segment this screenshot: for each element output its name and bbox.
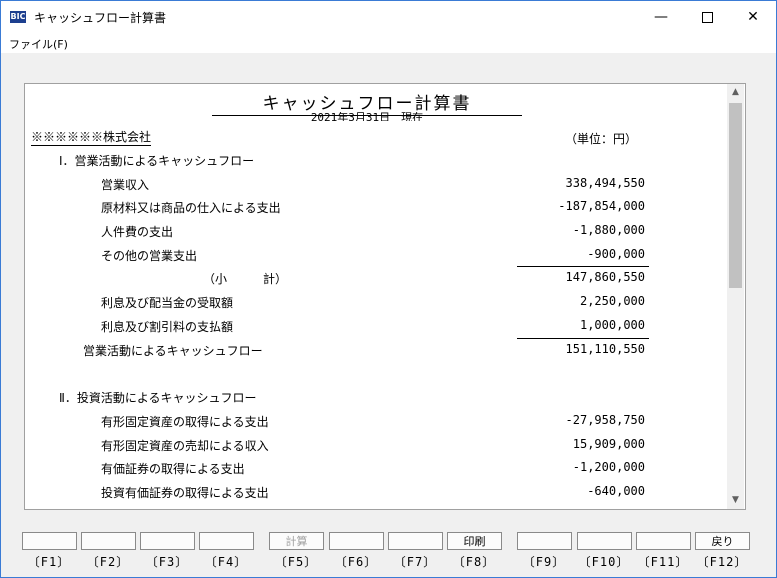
scroll-down-button[interactable]: ▼: [727, 492, 744, 509]
row-value: -1,200,000: [572, 460, 645, 474]
menu-file[interactable]: ファイル(F): [9, 36, 68, 52]
row-value: 15,909,000: [572, 437, 645, 451]
f2-label: 〔F2〕: [86, 555, 130, 569]
minimize-icon: —: [654, 9, 668, 25]
row-label: 人件費の支出: [101, 225, 174, 239]
operating-total-value: 151,110,550: [565, 342, 645, 356]
f4-label: 〔F4〕: [204, 555, 248, 569]
scroll-thumb[interactable]: [729, 103, 742, 288]
row-value: -640,000: [587, 484, 645, 498]
f3-label: 〔F3〕: [145, 555, 189, 569]
row-label: 原材料又は商品の仕入による支出: [101, 201, 281, 215]
f1-label: 〔F1〕: [27, 555, 71, 569]
window-title: キャッシュフロー計算書: [34, 11, 167, 25]
row-value: 1,000,000: [579, 318, 645, 332]
f11-button[interactable]: [636, 532, 691, 550]
row-label: 有価証券の取得による支出: [101, 462, 245, 476]
menu-bar: ファイル(F): [1, 33, 776, 53]
unit-label: （単位：円）: [565, 132, 638, 146]
f10-button[interactable]: [577, 532, 632, 550]
row-value: -1,880,000: [572, 223, 645, 237]
close-button[interactable]: ✕: [730, 1, 776, 33]
f5-calculate-button[interactable]: 計算: [269, 532, 324, 550]
f12-back-button[interactable]: 戻り: [695, 532, 750, 550]
report-viewer[interactable]: キャッシュフロー計算書 2021年3月31日 現在 ※※※※※※株式会社 （単位…: [24, 83, 746, 510]
report-content: キャッシュフロー計算書 2021年3月31日 現在 ※※※※※※株式会社 （単位…: [25, 84, 727, 509]
row-value: -900,000: [587, 247, 645, 261]
section-heading-operating: Ⅰ．営業活動によるキャッシュフロー: [59, 154, 255, 168]
row-value: 338,494,550: [565, 176, 645, 190]
scroll-up-button[interactable]: ▲: [727, 84, 744, 101]
title-bar[interactable]: BIC キャッシュフロー計算書 — ✕: [1, 1, 776, 33]
row-label: 有形固定資産の取得による支出: [101, 415, 269, 429]
row-label: 利息及び割引料の支払額: [101, 320, 234, 334]
row-label: 営業収入: [101, 178, 150, 192]
operating-total-label: 営業活動によるキャッシュフロー: [83, 344, 263, 358]
chevron-up-icon: ▲: [732, 87, 739, 97]
row-value: -27,958,750: [565, 413, 645, 427]
f12-label: 〔F12〕: [696, 555, 748, 569]
f3-button[interactable]: [140, 532, 195, 550]
app-icon: BIC: [10, 11, 26, 23]
chevron-down-icon: ▼: [732, 495, 739, 505]
f8-label: 〔F8〕: [452, 555, 496, 569]
report-date: 2021年3月31日 現在: [310, 112, 424, 121]
f7-label: 〔F7〕: [393, 555, 437, 569]
f5-label: 〔F5〕: [274, 555, 318, 569]
close-icon: ✕: [747, 9, 759, 25]
row-label: 利息及び配当金の受取額: [101, 296, 234, 310]
f1-button[interactable]: [22, 532, 77, 550]
f6-button[interactable]: [329, 532, 384, 550]
company-name: ※※※※※※株式会社: [31, 130, 152, 146]
section-heading-investing: Ⅱ．投資活動によるキャッシュフロー: [59, 391, 257, 405]
subtotal-line: [517, 266, 649, 267]
f9-button[interactable]: [517, 532, 572, 550]
f11-label: 〔F11〕: [637, 555, 689, 569]
row-value: 2,250,000: [579, 294, 645, 308]
subtotal-value: 147,860,550: [565, 270, 645, 284]
main-window: BIC キャッシュフロー計算書 — ✕ ファイル(F) キャッシュフロー計算書 …: [0, 0, 777, 578]
f6-label: 〔F6〕: [334, 555, 378, 569]
vertical-scrollbar[interactable]: ▲ ▼: [727, 84, 744, 509]
row-label: 投資有価証券の取得による支出: [101, 486, 269, 500]
maximize-button[interactable]: [684, 1, 730, 33]
f10-label: 〔F10〕: [578, 555, 630, 569]
f8-print-button[interactable]: 印刷: [447, 532, 502, 550]
f2-button[interactable]: [81, 532, 136, 550]
f4-button[interactable]: [199, 532, 254, 550]
row-label: その他の営業支出: [101, 249, 198, 263]
subtotal-label: （小 計）: [203, 272, 288, 286]
minimize-button[interactable]: —: [638, 1, 684, 33]
total-line: [517, 338, 649, 339]
row-value: -187,854,000: [558, 199, 645, 213]
maximize-icon: [701, 11, 713, 23]
f7-button[interactable]: [388, 532, 443, 550]
f9-label: 〔F9〕: [522, 555, 566, 569]
row-label: 有形固定資産の売却による収入: [101, 439, 269, 453]
